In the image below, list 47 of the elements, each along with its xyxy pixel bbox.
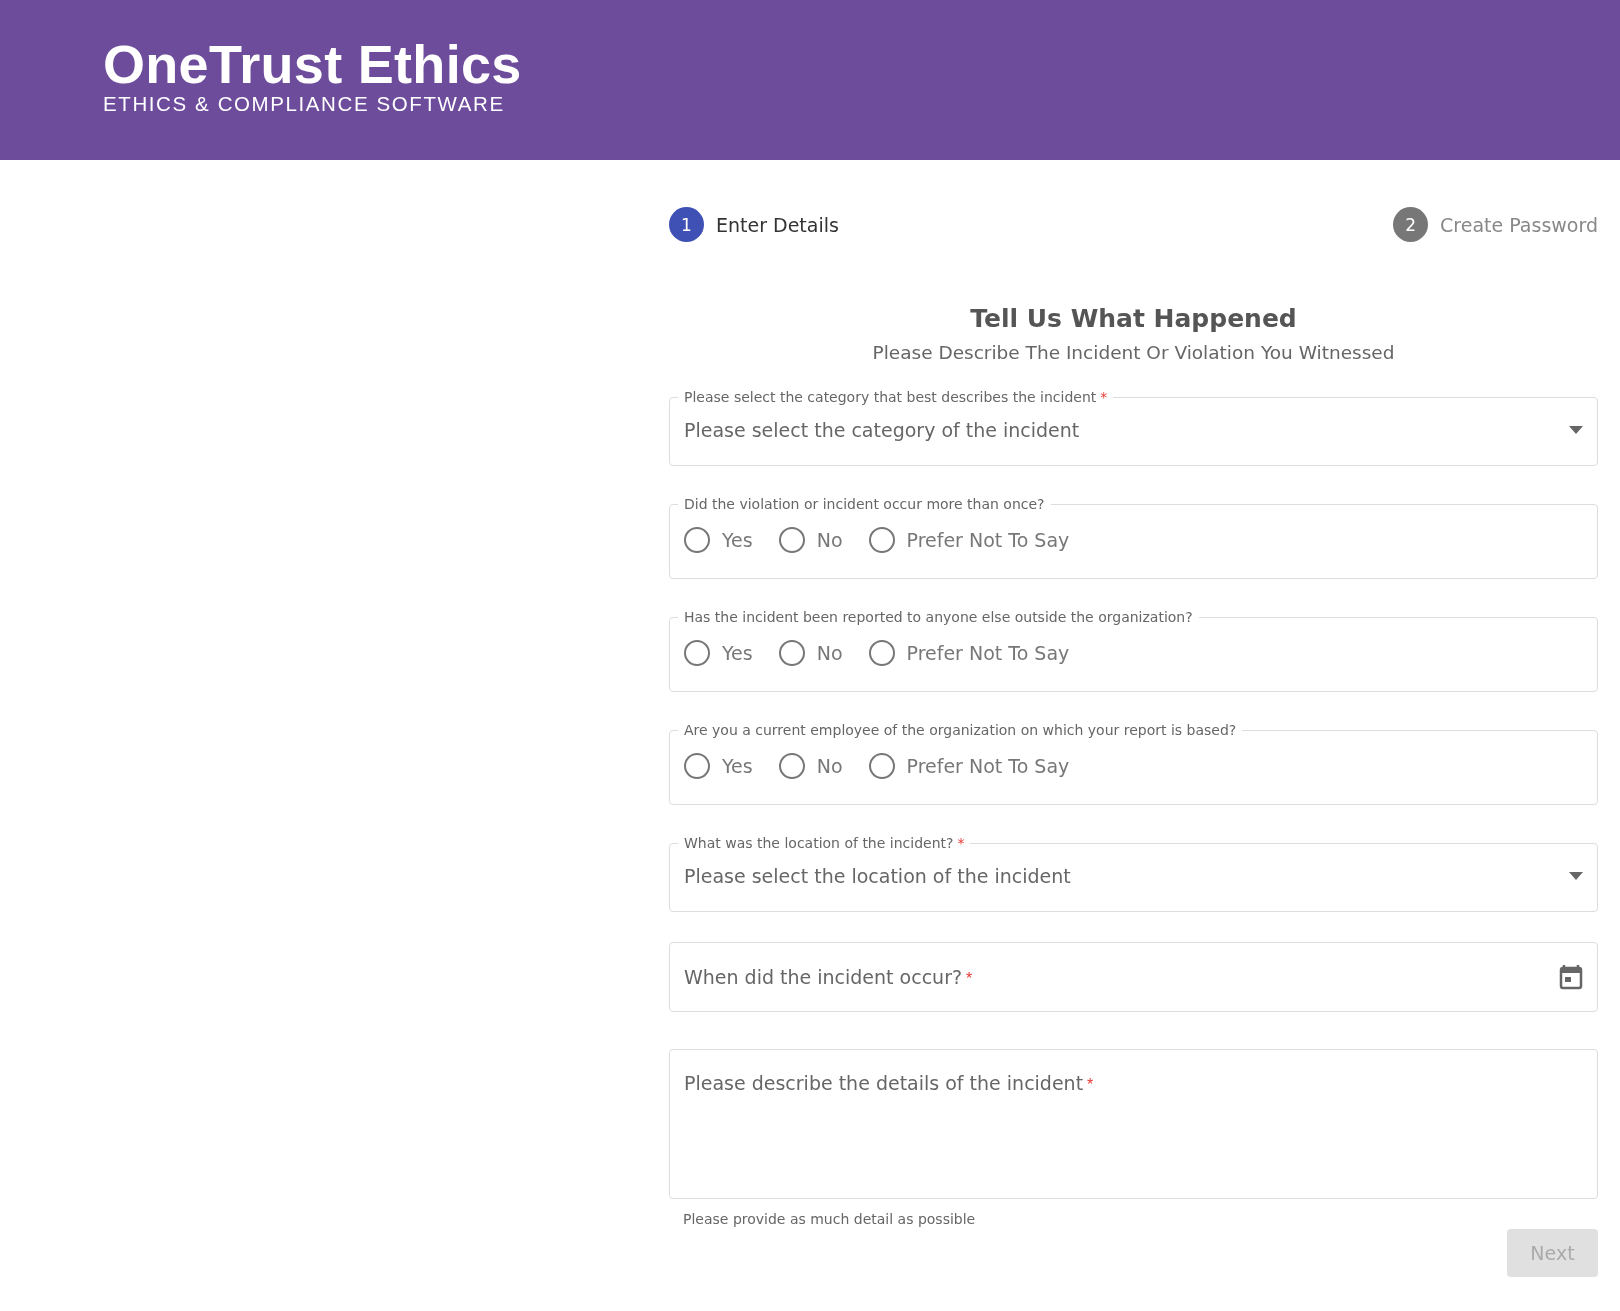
dropdown-caret-icon — [1569, 872, 1583, 880]
form-subtitle: Please Describe The Incident Or Violation You Witnessed — [872, 342, 1395, 363]
select-field[interactable]: What was the location of the incident? * Please select the location of the incident — [669, 835, 1598, 912]
required-mark: * — [1100, 389, 1108, 405]
radio-option[interactable]: No — [778, 527, 843, 553]
option-label: No — [816, 755, 843, 777]
calendar-icon[interactable] — [1559, 964, 1583, 990]
required-mark: * — [957, 835, 965, 851]
step-label: Enter Details — [716, 213, 839, 236]
field-label: Did the violation or incident occur more than once? — [684, 496, 1045, 512]
field-label: Are you a current employee of the organization on which your report is based? — [684, 722, 1237, 738]
logo-subtitle: ETHICS & COMPLIANCE SOFTWARE — [103, 92, 506, 116]
select-field[interactable]: Please select the category that best describes the incident * Please select the category of the incident — [669, 389, 1598, 466]
logo-title: OneTrust Ethics — [103, 36, 522, 92]
form-title: Tell Us What Happened — [970, 304, 1297, 334]
required-mark: * — [966, 970, 973, 987]
placeholder-text: Please select the category of the incident — [684, 419, 1080, 441]
option-label: Prefer Not To Say — [906, 755, 1070, 777]
description-field[interactable]: Please describe the details of the incident * — [669, 1049, 1598, 1199]
radio-option[interactable]: Prefer Not To Say — [868, 640, 1070, 666]
field-label: Has the incident been reported to anyone else outside the organization? — [684, 609, 1193, 625]
field-label: Please select the category that best describes the incident — [684, 389, 1097, 405]
radio-option[interactable]: Yes — [684, 753, 753, 779]
placeholder-text: When did the incident occur? — [684, 966, 963, 988]
option-label: No — [816, 642, 843, 664]
option-label: Yes — [722, 642, 753, 664]
option-label: Yes — [722, 755, 753, 777]
option-label: Yes — [722, 529, 753, 551]
dropdown-caret-icon — [1569, 426, 1583, 434]
radio-option[interactable]: No — [778, 753, 843, 779]
step-number: 1 — [669, 207, 704, 242]
required-mark: * — [1087, 1076, 1094, 1093]
option-label: Prefer Not To Say — [906, 642, 1070, 664]
option-label: No — [816, 529, 843, 551]
field-label: What was the location of the incident? — [684, 835, 954, 851]
radio-option[interactable]: Prefer Not To Say — [868, 527, 1070, 553]
radio-option[interactable]: Yes — [684, 640, 753, 666]
step-label: Create Password — [1440, 213, 1598, 236]
step-number: 2 — [1393, 207, 1429, 242]
option-label: Prefer Not To Say — [906, 529, 1070, 551]
radio-option[interactable]: Prefer Not To Say — [868, 753, 1070, 779]
placeholder-text: Please select the location of the incident — [684, 865, 1071, 887]
radio-option[interactable]: No — [778, 640, 843, 666]
date-field[interactable]: When did the incident occur? * — [669, 942, 1598, 1012]
hint-text: Please provide as much detail as possible — [683, 1211, 977, 1227]
placeholder-text: Please describe the details of the incident — [684, 1072, 1084, 1094]
radio-option[interactable]: Yes — [684, 527, 753, 553]
